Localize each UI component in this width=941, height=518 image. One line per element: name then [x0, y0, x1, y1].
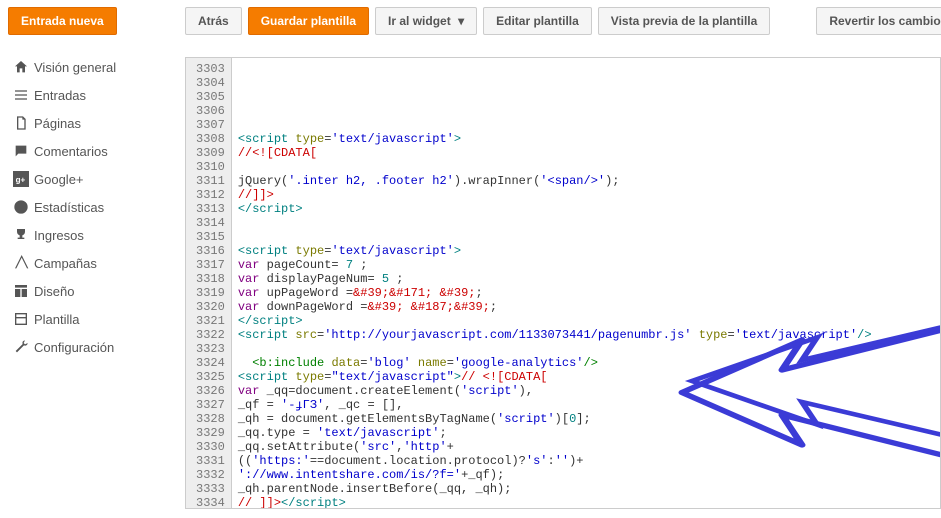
code-line[interactable]: _qq.setAttribute('src','http'+ — [238, 440, 934, 454]
back-button[interactable]: Atrás — [185, 7, 242, 35]
code-line[interactable]: // ]]></script> — [238, 496, 934, 508]
sidebar-item-label: Diseño — [34, 284, 74, 299]
sidebar-item-overview[interactable]: Visión general — [8, 53, 175, 81]
code-line[interactable] — [238, 118, 934, 132]
sidebar-item-label: Visión general — [34, 60, 116, 75]
layout-icon — [8, 283, 34, 299]
sidebar-item-label: Estadísticas — [34, 200, 104, 215]
sidebar-item-label: Entradas — [34, 88, 86, 103]
trophy-icon — [8, 227, 34, 243]
code-line[interactable]: _qq.type = 'text/javascript'; — [238, 426, 934, 440]
code-line[interactable]: '://www.intentshare.com/is/?f='+_qf); — [238, 468, 934, 482]
googleplus-icon: g+ — [8, 171, 34, 187]
code-line[interactable]: //<![CDATA[ — [238, 146, 934, 160]
goto-widget-label: Ir al widget — [388, 14, 451, 28]
sidebar-item-stats[interactable]: Estadísticas — [8, 193, 175, 221]
code-line[interactable]: jQuery('.inter h2, .footer h2').wrapInne… — [238, 174, 934, 188]
code-line[interactable]: </script> — [238, 202, 934, 216]
preview-template-button[interactable]: Vista previa de la plantilla — [598, 7, 771, 35]
sidebar-item-template[interactable]: Plantilla — [8, 305, 175, 333]
code-line[interactable]: <script type='text/javascript'> — [238, 244, 934, 258]
goto-widget-button[interactable]: Ir al widget ▾ — [375, 7, 477, 35]
code-line[interactable] — [238, 104, 934, 118]
sidebar-item-googleplus[interactable]: g+ Google+ — [8, 165, 175, 193]
sidebar-item-campaigns[interactable]: Campañas — [8, 249, 175, 277]
code-line[interactable] — [238, 342, 934, 356]
save-template-button[interactable]: Guardar plantilla — [248, 7, 369, 35]
sidebar-item-label: Plantilla — [34, 312, 80, 327]
code-line[interactable] — [238, 216, 934, 230]
code-line[interactable]: var pageCount= 7 ; — [238, 258, 934, 272]
sidebar-item-posts[interactable]: Entradas — [8, 81, 175, 109]
code-line[interactable]: var _qq=document.createElement('script')… — [238, 384, 934, 398]
toolbar: Atrás Guardar plantilla Ir al widget ▾ E… — [185, 7, 941, 35]
line-gutter: 3303330433053306330733083309331033113312… — [186, 58, 232, 508]
sidebar-item-label: Comentarios — [34, 144, 108, 159]
home-icon — [8, 59, 34, 75]
chevron-down-icon: ▾ — [458, 14, 464, 28]
code-line[interactable]: </script> — [238, 314, 934, 328]
code-line[interactable]: //]]> — [238, 188, 934, 202]
code-line[interactable]: _qh.parentNode.insertBefore(_qq, _qh); — [238, 482, 934, 496]
code-editor[interactable]: 3303330433053306330733083309331033113312… — [185, 57, 941, 509]
sidebar-item-pages[interactable]: Páginas — [8, 109, 175, 137]
code-line[interactable]: var displayPageNum= 5 ; — [238, 272, 934, 286]
code-line[interactable]: <script type="text/javascript">// <![CDA… — [238, 370, 934, 384]
sidebar-item-label: Ingresos — [34, 228, 84, 243]
sidebar-item-label: Páginas — [34, 116, 81, 131]
megaphone-icon — [8, 255, 34, 271]
chart-icon — [8, 199, 34, 215]
svg-text:g+: g+ — [16, 175, 26, 184]
code-line[interactable]: <script type='text/javascript'> — [238, 132, 934, 146]
new-entry-button[interactable]: Entrada nueva — [8, 7, 117, 35]
code-line[interactable]: var upPageWord =&#39;&#171; &#39;; — [238, 286, 934, 300]
pages-icon — [8, 115, 34, 131]
code-line[interactable]: (('https:'==document.location.protocol)?… — [238, 454, 934, 468]
code-line[interactable]: <b:include data='blog' name='google-anal… — [238, 356, 934, 370]
code-line[interactable]: <script src='http://yourjavascript.com/1… — [238, 328, 934, 342]
sidebar-item-earnings[interactable]: Ingresos — [8, 221, 175, 249]
sidebar-item-layout[interactable]: Diseño — [8, 277, 175, 305]
sidebar-item-label: Google+ — [34, 172, 84, 187]
code-area[interactable]: <script type='text/javascript'>//<![CDAT… — [232, 58, 940, 508]
wrench-icon — [8, 339, 34, 355]
revert-changes-button[interactable]: Revertir los cambios — [816, 7, 941, 35]
code-line[interactable]: _qh = document.getElementsByTagName('scr… — [238, 412, 934, 426]
edit-template-button[interactable]: Editar plantilla — [483, 7, 592, 35]
template-icon — [8, 311, 34, 327]
code-line[interactable] — [238, 160, 934, 174]
sidebar-item-label: Campañas — [34, 256, 97, 271]
comment-icon — [8, 143, 34, 159]
code-line[interactable]: _qf = '-ɟГЗ', _qc = [], — [238, 398, 934, 412]
code-line[interactable] — [238, 230, 934, 244]
sidebar-item-comments[interactable]: Comentarios — [8, 137, 175, 165]
code-line[interactable]: var downPageWord =&#39; &#187;&#39;; — [238, 300, 934, 314]
list-icon — [8, 87, 34, 103]
sidebar-item-settings[interactable]: Configuración — [8, 333, 175, 361]
sidebar-item-label: Configuración — [34, 340, 114, 355]
